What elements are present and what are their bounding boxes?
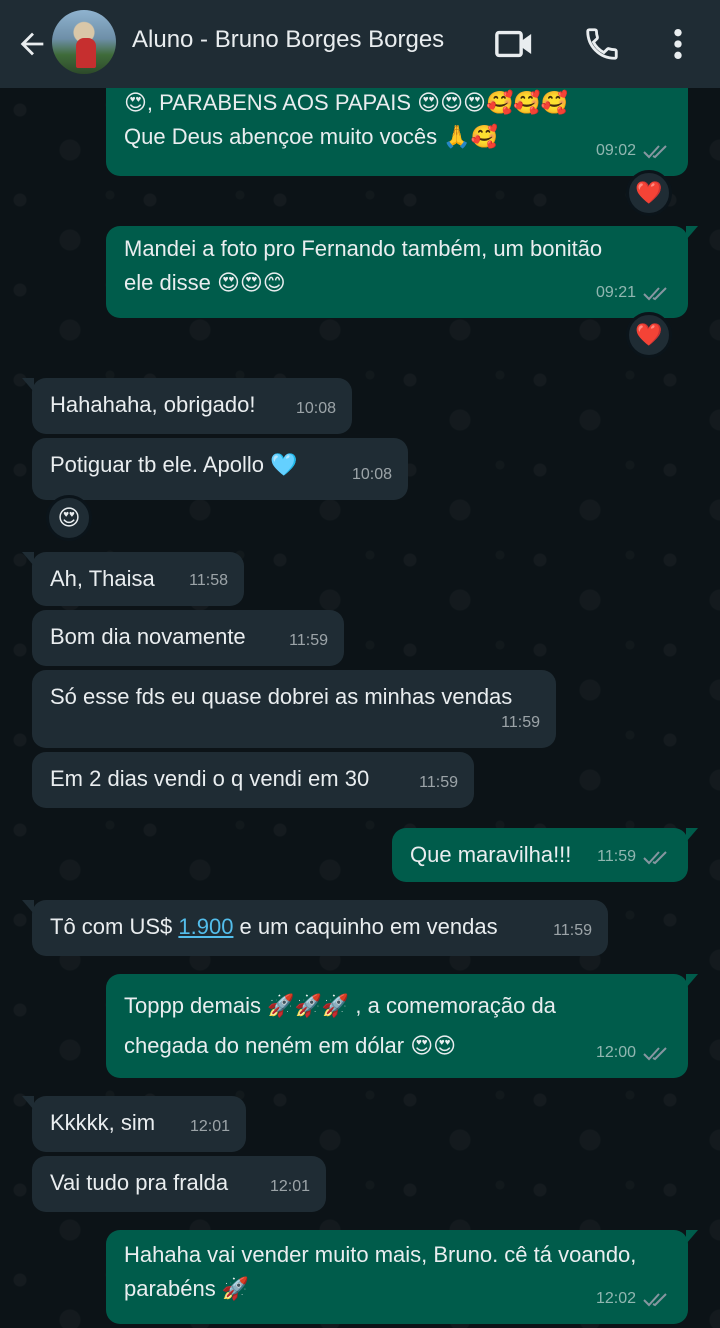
voice-call-button[interactable] xyxy=(580,22,624,66)
double-check-icon xyxy=(643,1293,667,1307)
message-text: Hahahaha, obrigado! xyxy=(50,392,256,417)
message-time: 10:08 xyxy=(351,466,392,483)
more-vertical-icon xyxy=(674,28,682,60)
message-bubble-incoming[interactable]: Tô com US$ 1.900 e um caquinho em vendas… xyxy=(22,900,608,956)
message-text: Hahaha vai vender muito mais, Bruno. cê … xyxy=(124,1242,637,1301)
message-bubble-incoming[interactable]: Só esse fds eu quase dobrei as minhas ve… xyxy=(32,670,556,748)
double-check-icon xyxy=(643,1047,667,1061)
message-bubble-outgoing[interactable]: Toppp demais 🚀🚀🚀 , a comemoração da cheg… xyxy=(106,974,698,1078)
message-time: 09:21 xyxy=(595,284,636,301)
message-time: 12:02 xyxy=(595,1290,636,1307)
video-camera-icon xyxy=(495,30,532,58)
heart-icon: ❤️ xyxy=(635,322,663,347)
message-text: Em 2 dias vendi o q vendi em 30 xyxy=(50,766,370,791)
message-text: Toppp demais 🚀🚀🚀 , a comemoração da cheg… xyxy=(124,993,556,1058)
contact-avatar[interactable] xyxy=(52,10,116,74)
chat-header: Aluno - Bruno Borges Borges xyxy=(0,0,720,88)
back-button[interactable] xyxy=(12,24,52,64)
message-bubble-incoming[interactable]: Vai tudo pra fralda 12:01 xyxy=(32,1156,326,1212)
message-bubble-incoming[interactable]: Bom dia novamente 11:59 xyxy=(32,610,344,666)
message-bubble-outgoing[interactable]: Mandei a foto pro Fernando também, um bo… xyxy=(106,226,698,318)
message-text-part: Tô com US$ xyxy=(50,914,179,939)
video-call-button[interactable] xyxy=(492,22,536,66)
message-text: Bom dia novamente xyxy=(50,624,246,649)
message-time: 12:00 xyxy=(595,1044,636,1061)
message-time: 10:08 xyxy=(295,400,336,417)
message-time: 09:02 xyxy=(595,142,636,159)
message-time: 11:58 xyxy=(189,572,228,589)
message-bubble-incoming[interactable]: Hahahaha, obrigado! 10:08 xyxy=(22,378,352,434)
message-meta: 09:21 xyxy=(596,276,672,310)
message-meta: 12:02 xyxy=(596,1282,672,1316)
message-reaction[interactable]: 😍 xyxy=(46,495,92,541)
message-time: 11:59 xyxy=(597,848,636,865)
message-text: Mandei a foto pro Fernando também, um bo… xyxy=(124,236,603,295)
message-text: Só esse fds eu quase dobrei as minhas ve… xyxy=(50,684,513,709)
message-link[interactable]: 1.900 xyxy=(178,914,233,939)
message-reaction[interactable]: ❤️ xyxy=(626,170,672,216)
message-time: 11:59 xyxy=(419,774,458,791)
message-bubble-incoming[interactable]: Kkkkk, sim 12:01 xyxy=(22,1096,246,1152)
message-time: 11:59 xyxy=(289,632,328,649)
heart-eyes-icon: 😍 xyxy=(57,505,81,530)
heart-icon: ❤️ xyxy=(635,180,663,205)
double-check-icon xyxy=(643,287,667,301)
message-bubble-outgoing[interactable]: Que maravilha!!! 11:59 xyxy=(392,828,698,882)
message-meta: 12:00 xyxy=(596,1036,672,1070)
message-bubble-incoming[interactable]: Ah, Thaisa 11:58 xyxy=(22,552,244,606)
message-time: 11:59 xyxy=(553,922,592,939)
message-text: Tô com US$ 1.900 e um caquinho em vendas xyxy=(50,910,590,944)
message-bubble-outgoing[interactable]: Hahaha vai vender muito mais, Bruno. cê … xyxy=(106,1230,698,1324)
message-meta: 11:59 xyxy=(597,840,672,874)
more-options-button[interactable] xyxy=(656,22,700,66)
message-text: 😍, PARABENS AOS PAPAIS 😍😍😍🥰🥰🥰 Que Deus a… xyxy=(124,90,569,149)
message-bubble-incoming[interactable]: Potiguar tb ele. Apollo 🩵 10:08 xyxy=(32,438,408,500)
message-bubble-incoming[interactable]: Em 2 dias vendi o q vendi em 30 11:59 xyxy=(32,752,474,808)
arrow-left-icon xyxy=(20,32,44,56)
contact-name[interactable]: Aluno - Bruno Borges Borges xyxy=(132,26,444,54)
message-time: 11:59 xyxy=(501,714,540,731)
message-text-part: e um caquinho em vendas xyxy=(233,914,498,939)
message-text: Potiguar tb ele. Apollo 🩵 xyxy=(50,452,298,477)
message-time: 12:01 xyxy=(189,1118,230,1135)
message-reaction[interactable]: ❤️ xyxy=(626,312,672,358)
double-check-icon xyxy=(643,145,667,159)
phone-icon xyxy=(586,28,618,60)
double-check-icon xyxy=(643,851,667,865)
message-meta: 09:02 xyxy=(596,134,672,168)
message-time: 12:01 xyxy=(269,1178,310,1195)
